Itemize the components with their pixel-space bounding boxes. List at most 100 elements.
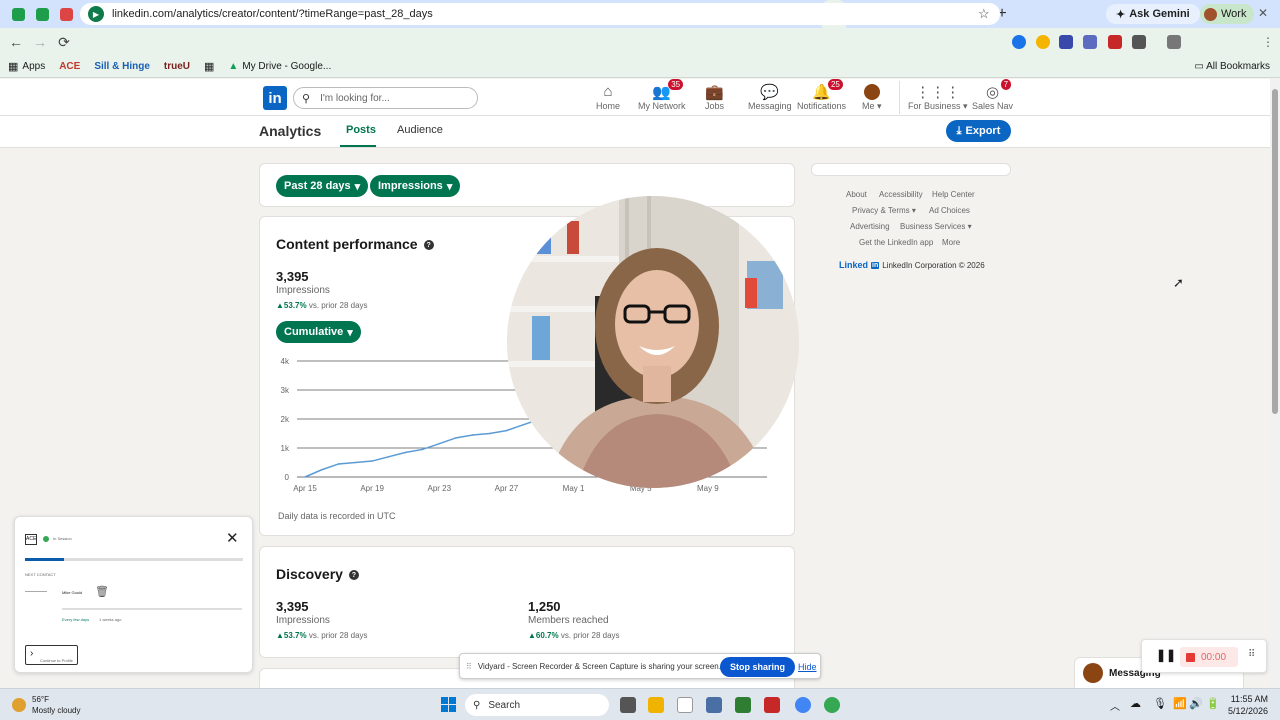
share-message: Vidyard - Screen Recorder & Screen Captu… <box>477 661 721 671</box>
nav-for-business[interactable]: ⋮⋮⋮ For Business ▾ <box>908 83 968 112</box>
tab-audience[interactable]: Audience <box>397 124 443 136</box>
footer-link-ad-choices[interactable]: Ad Choices <box>929 206 970 215</box>
nav-my-network[interactable]: 👥 35 My Network <box>638 79 686 111</box>
profile-chip[interactable]: Work <box>1200 4 1255 24</box>
webcam-bubble[interactable] <box>507 196 799 488</box>
hide-link[interactable]: Hide <box>798 662 817 672</box>
page-scrollbar[interactable] <box>1270 79 1280 688</box>
recording-pill[interactable]: 00:00 <box>1180 647 1238 667</box>
pause-icon[interactable]: ❚❚ <box>1156 648 1176 662</box>
help-icon[interactable]: ? <box>348 570 359 581</box>
footer-link-about[interactable]: About <box>846 190 867 199</box>
app-icon[interactable] <box>764 697 780 713</box>
extension-icon[interactable] <box>1012 35 1026 49</box>
nav-me[interactable]: Me ▾ <box>862 83 882 112</box>
bookmark-trueu[interactable]: trueU <box>164 61 190 72</box>
nav-label: Me <box>862 101 875 111</box>
bookmark-apps[interactable]: ▦ Apps <box>8 60 45 73</box>
all-bookmarks[interactable]: ▭ All Bookmarks <box>1194 61 1270 72</box>
nav-notifications[interactable]: 🔔 25 Notifications <box>797 79 846 111</box>
site-info-icon[interactable]: ▶ <box>88 6 104 22</box>
windows-start-icon[interactable] <box>441 697 456 712</box>
footer-link-business-services[interactable]: Business Services ▾ <box>900 222 972 231</box>
chrome-icon[interactable] <box>795 697 811 713</box>
extension-icon[interactable] <box>1036 35 1050 49</box>
continue-label: Continue to Profile <box>40 658 73 663</box>
drag-handle-icon[interactable]: ⠿ <box>466 662 472 671</box>
stop-sharing-button[interactable]: Stop sharing <box>720 657 796 677</box>
task-view-icon[interactable] <box>620 697 636 713</box>
continue-to-profile-button[interactable]: › Continue to Profile <box>25 645 78 665</box>
chrome-icon[interactable] <box>824 697 840 713</box>
time-range-dropdown[interactable]: Past 28 days ▾ <box>276 175 369 197</box>
cast-icon[interactable] <box>1167 35 1181 49</box>
export-button[interactable]: ⤓ Export <box>946 120 1011 142</box>
footer-link-more[interactable]: More <box>942 238 960 247</box>
url-bar[interactable]: ▶ linkedin.com/analytics/creator/content… <box>80 3 1000 25</box>
puzzle-icon[interactable] <box>1132 35 1146 49</box>
footer-link-accessibility[interactable]: Accessibility <box>879 190 923 199</box>
nav-jobs[interactable]: 💼 Jobs <box>705 83 724 111</box>
cumulative-dropdown[interactable]: Cumulative ▾ <box>276 321 361 343</box>
battery-icon[interactable]: 🔋 <box>1206 697 1220 710</box>
analytics-subnav: Analytics Posts Audience ⤓ Export <box>0 116 1270 148</box>
drive-icon: ▲ <box>228 61 239 72</box>
cloud-icon[interactable]: ☁ <box>1130 697 1141 710</box>
calculator-icon[interactable] <box>735 697 751 713</box>
nav-sales-nav[interactable]: ◎ 7 Sales Nav <box>972 79 1013 111</box>
tray-chevron-icon[interactable]: ︿ <box>1110 698 1120 713</box>
reload-icon[interactable]: ⟳ <box>52 34 76 51</box>
bookmark-grid[interactable]: ▦ <box>204 60 214 73</box>
scrollbar-thumb[interactable] <box>1272 89 1278 414</box>
footer-link-privacy[interactable]: Privacy & Terms ▾ <box>852 206 916 215</box>
weather-icon <box>12 698 26 712</box>
wifi-icon[interactable]: 📶 <box>1173 697 1187 710</box>
caret-down-icon: ▾ <box>354 180 361 193</box>
nav-home[interactable]: ⌂ Home <box>596 83 620 111</box>
volume-icon[interactable]: 🔊 <box>1189 697 1203 710</box>
app-icon[interactable] <box>706 697 722 713</box>
drag-handle-icon[interactable]: ⠿ <box>1248 649 1255 660</box>
menu-kebab-icon[interactable]: ⋮ <box>1262 35 1274 49</box>
extension-icon[interactable] <box>1059 35 1073 49</box>
extension-icon[interactable] <box>1108 35 1122 49</box>
file-explorer-icon[interactable] <box>648 697 664 713</box>
footer-link-get-app[interactable]: Get the LinkedIn app <box>859 238 933 247</box>
bookmark-sill-hinge[interactable]: Sill & Hinge <box>94 61 150 72</box>
document-icon[interactable] <box>677 697 693 713</box>
nav-messaging[interactable]: 💬 Messaging <box>748 83 792 111</box>
delta-value: 53.7% <box>283 631 307 640</box>
bookmark-my-drive[interactable]: ▲ My Drive - Google... <box>228 61 331 72</box>
search-input[interactable]: ⚲ I'm looking for... <box>293 87 478 109</box>
footer-link-advertising[interactable]: Advertising <box>850 222 890 231</box>
filter-card: Past 28 days ▾ Impressions ▾ <box>259 163 795 207</box>
metric-dropdown[interactable]: Impressions ▾ <box>370 175 461 197</box>
mic-icon[interactable]: 🎙 <box>1153 697 1167 710</box>
forward-icon[interactable]: → <box>28 34 52 50</box>
bookmark-ace[interactable]: ACE <box>59 61 80 72</box>
weather-widget[interactable]: 56°F Mostly cloudy <box>12 694 80 716</box>
avatar <box>863 83 880 101</box>
extension-icon[interactable] <box>1083 35 1097 49</box>
nav-label: Messaging <box>748 101 792 111</box>
contact-name: Mike Gould <box>62 590 83 595</box>
data-point <box>522 424 525 426</box>
avatar <box>1083 663 1103 683</box>
help-icon[interactable]: ? <box>423 240 434 251</box>
trash-icon[interactable]: 🗑 <box>95 585 109 598</box>
ask-gemini-button[interactable]: ✦ Ask Gemini <box>1106 4 1200 24</box>
linkedin-logo[interactable]: in <box>263 86 287 110</box>
tab[interactable] <box>54 0 78 28</box>
system-clock[interactable]: 11:55 AM 5/12/2026 <box>1228 693 1268 717</box>
close-window-icon[interactable]: ✕ <box>1258 6 1268 20</box>
tab[interactable] <box>30 0 54 28</box>
taskbar-search[interactable]: ⚲ Search <box>465 694 609 716</box>
tab-posts[interactable]: Posts <box>346 124 376 136</box>
back-icon[interactable]: ← <box>4 34 28 50</box>
nav-label: Home <box>596 101 621 111</box>
bookmark-star-icon[interactable]: ☆ <box>978 6 990 22</box>
members-reached-value: 1,250 <box>528 599 561 614</box>
close-icon[interactable]: ✕ <box>226 529 239 547</box>
tab[interactable] <box>6 0 30 28</box>
footer-link-help-center[interactable]: Help Center <box>932 190 975 199</box>
